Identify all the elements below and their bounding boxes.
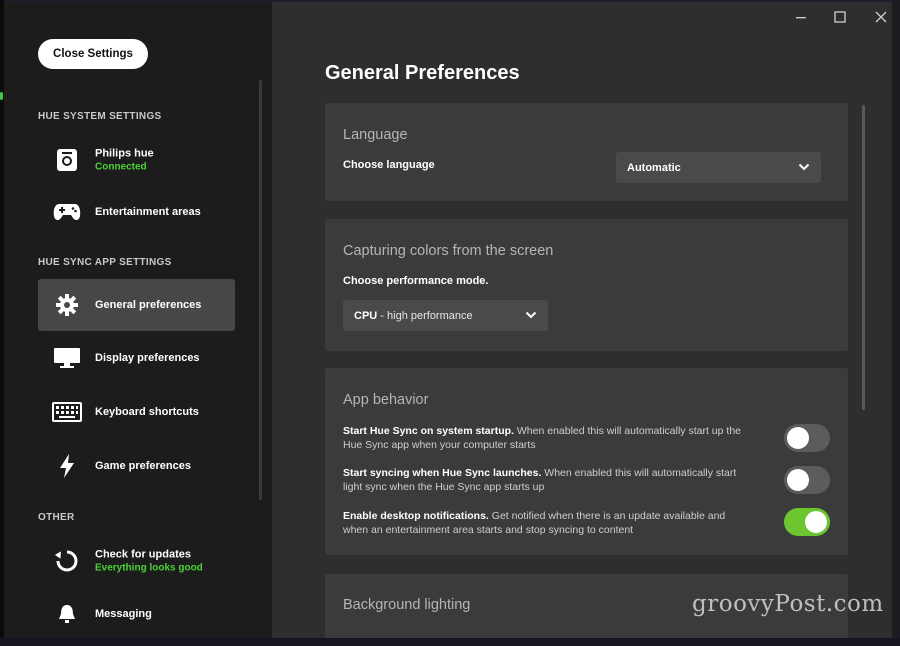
toggle-knob <box>787 469 809 491</box>
minimize-icon[interactable] <box>790 8 812 26</box>
setting-notifications-title: Enable desktop notifications. <box>343 510 489 522</box>
close-settings-button[interactable]: Close Settings <box>38 39 148 69</box>
bridge-icon <box>52 146 82 174</box>
monitor-icon <box>52 344 82 372</box>
gamepad-icon <box>52 198 82 226</box>
app-behavior-card-title: App behavior <box>343 392 429 408</box>
sidebar-item-label: Messaging <box>95 608 152 620</box>
watermark: groovyPost.com <box>692 591 884 617</box>
chevron-down-icon <box>798 161 810 176</box>
sidebar-item-check-for-updates[interactable]: Check for updates Everything looks good <box>38 535 235 587</box>
sidebar-item-label: Keyboard shortcuts <box>95 406 199 418</box>
sidebar-item-game-preferences[interactable]: Game preferences <box>38 440 235 492</box>
sidebar-item-entertainment-areas[interactable]: Entertainment areas <box>38 186 235 238</box>
frame-right <box>892 0 900 646</box>
sidebar-item-label: Check for updates <box>95 548 191 561</box>
refresh-icon <box>52 547 82 575</box>
sidebar-item-messaging[interactable]: Messaging <box>38 588 235 638</box>
autosync-toggle[interactable] <box>784 466 830 494</box>
setting-startup-title: Start Hue Sync on system startup. <box>343 425 514 437</box>
sidebar-item-label: Entertainment areas <box>95 206 201 218</box>
lightning-icon <box>52 452 82 480</box>
keyboard-icon <box>52 398 82 426</box>
close-icon[interactable] <box>870 8 892 26</box>
update-status: Everything looks good <box>95 562 203 574</box>
capture-card: Capturing colors from the screen Choose … <box>325 219 848 351</box>
section-hue-sync-app-settings: HUE SYNC APP SETTINGS <box>38 257 172 268</box>
language-dropdown[interactable]: Automatic <box>616 152 821 183</box>
sidebar-item-label: Display preferences <box>95 352 200 364</box>
startup-toggle[interactable] <box>784 424 830 452</box>
connection-status: Connected <box>95 161 147 173</box>
language-card-title: Language <box>343 127 408 143</box>
app-behavior-card: App behavior Start Hue Sync on system st… <box>325 368 848 555</box>
performance-mode-processor: CPU <box>354 309 378 322</box>
choose-language-label: Choose language <box>343 159 435 171</box>
sidebar-item-display-preferences[interactable]: Display preferences <box>38 332 235 384</box>
setting-notifications: Enable desktop notifications. Get notifi… <box>343 509 753 537</box>
settings-window: Close Settings HUE SYSTEM SETTINGS Phili… <box>4 2 892 638</box>
sidebar: Close Settings HUE SYSTEM SETTINGS Phili… <box>4 2 272 638</box>
language-selected-value: Automatic <box>627 161 681 174</box>
sidebar-item-keyboard-shortcuts[interactable]: Keyboard shortcuts <box>38 386 235 438</box>
toggle-knob <box>805 511 827 533</box>
setting-autosync: Start syncing when Hue Sync launches. Wh… <box>343 466 753 494</box>
sidebar-item-label: General preferences <box>95 299 202 311</box>
sidebar-scrollbar[interactable] <box>259 80 262 500</box>
toggle-knob <box>787 427 809 449</box>
language-card: Language Choose language Automatic <box>325 103 848 201</box>
content-scrollbar[interactable] <box>862 105 865 410</box>
sidebar-item-label: Game preferences <box>95 460 191 472</box>
performance-mode-description: - high performance <box>377 309 473 322</box>
page-title: General Preferences <box>325 62 520 84</box>
performance-mode-dropdown[interactable]: CPU - high performance <box>343 300 548 331</box>
performance-mode-label: Choose performance mode. <box>343 275 489 287</box>
setting-startup: Start Hue Sync on system startup. When e… <box>343 424 753 452</box>
chevron-down-icon <box>525 309 537 324</box>
section-other: OTHER <box>38 512 75 523</box>
gear-icon <box>52 291 82 319</box>
section-hue-system-settings: HUE SYSTEM SETTINGS <box>38 111 162 122</box>
capture-card-title: Capturing colors from the screen <box>343 243 554 259</box>
setting-autosync-title: Start syncing when Hue Sync launches. <box>343 467 542 479</box>
sidebar-item-label: Philips hue <box>95 147 154 160</box>
taskbar-indicator <box>0 92 3 100</box>
sidebar-item-philips-hue[interactable]: Philips hue Connected <box>38 134 235 186</box>
frame-bottom <box>0 638 900 646</box>
notifications-toggle[interactable] <box>784 508 830 536</box>
maximize-icon[interactable] <box>829 8 851 26</box>
sidebar-item-general-preferences[interactable]: General preferences <box>38 279 235 331</box>
background-lighting-card-title: Background lighting <box>343 597 471 613</box>
bell-icon <box>52 600 82 628</box>
performance-mode-selected-value: CPU - high performance <box>354 310 473 322</box>
